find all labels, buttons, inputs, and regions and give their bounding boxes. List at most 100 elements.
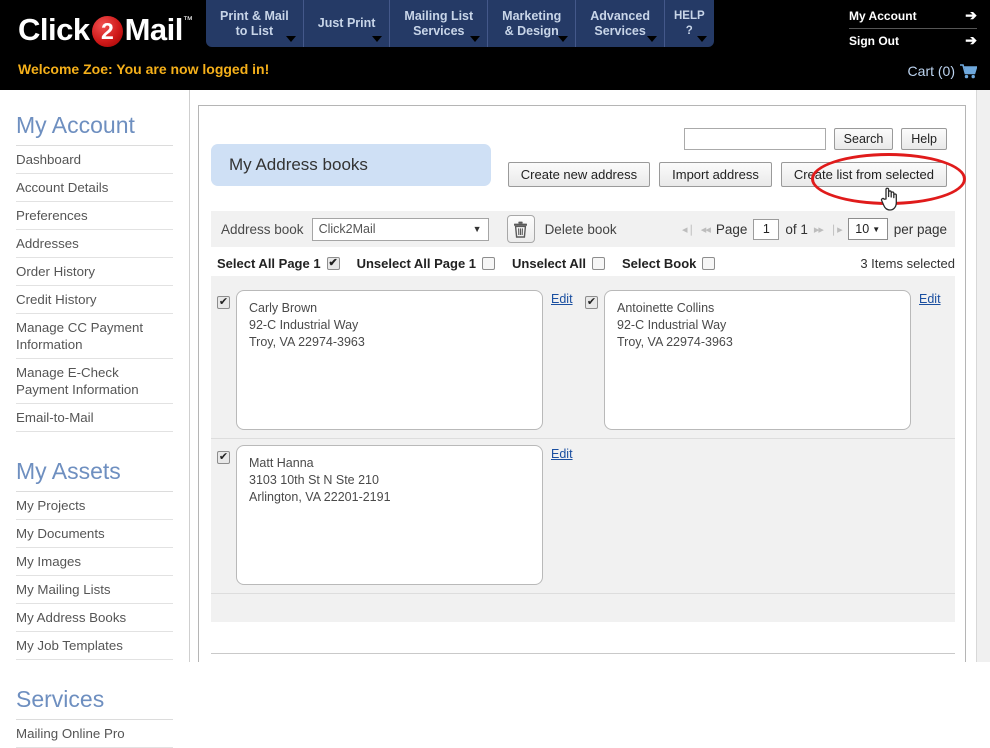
page-title: My Address books: [211, 144, 491, 186]
sidebar-item-email-to-mail[interactable]: Email-to-Mail: [16, 404, 173, 432]
address-book-select[interactable]: Click2Mail ▼: [312, 218, 489, 241]
sidebar-item-manage-cc-payment-information[interactable]: Manage CC Payment Information: [16, 314, 173, 359]
select-book-checkbox[interactable]: [702, 257, 715, 270]
address-book-label: Address book: [221, 222, 304, 237]
chevron-down-icon[interactable]: [697, 36, 707, 42]
address-card: ✔ Carly Brown 92-C Industrial Way Troy, …: [217, 290, 585, 430]
address-row: ✔ Carly Brown 92-C Industrial Way Troy, …: [211, 284, 955, 439]
sidebar-item-credit-history[interactable]: Credit History: [16, 286, 173, 314]
edit-address-link[interactable]: Edit: [919, 292, 941, 306]
chevron-down-icon: ▼: [473, 224, 482, 234]
chevron-down-icon[interactable]: [647, 36, 657, 42]
select-book-label: Select Book: [622, 256, 696, 271]
chevron-down-icon[interactable]: [372, 36, 382, 42]
shopping-cart-icon: [960, 64, 977, 79]
sign-out-link[interactable]: Sign Out ➔: [849, 29, 977, 53]
select-book-option[interactable]: Select Book: [622, 256, 715, 271]
sidebar-heading-my-assets: My Assets: [16, 450, 173, 492]
chevron-down-icon[interactable]: [558, 36, 568, 42]
sidebar-item-manage-echeck-payment-information[interactable]: Manage E-Check Payment Information: [16, 359, 173, 404]
brand-logo[interactable]: Click2Mail™: [18, 12, 192, 48]
sidebar-item-addresses[interactable]: Addresses: [16, 230, 173, 258]
prev-page-icon[interactable]: ◂◂: [701, 223, 710, 236]
edit-address-link[interactable]: Edit: [551, 447, 573, 461]
sidebar-item-my-images[interactable]: My Images: [16, 548, 173, 576]
chevron-down-icon[interactable]: [286, 36, 296, 42]
nav-label: Just Print: [318, 16, 376, 31]
brand-name-part1: Click: [18, 12, 90, 48]
page-scrollbar[interactable]: [976, 90, 990, 662]
address-details[interactable]: Matt Hanna 3103 10th St N Ste 210 Arling…: [236, 445, 543, 585]
trash-icon: [513, 221, 528, 238]
search-button[interactable]: Search: [834, 128, 894, 150]
nav-label: Advanced Services: [590, 9, 650, 39]
next-page-icon[interactable]: ▸▸: [814, 223, 823, 236]
create-new-address-button[interactable]: Create new address: [508, 162, 650, 187]
address-book-selected-value: Click2Mail: [319, 222, 376, 236]
create-list-from-selected-button[interactable]: Create list from selected: [781, 162, 947, 187]
search-input[interactable]: [684, 128, 826, 150]
arrow-right-icon: ➔: [965, 32, 977, 49]
nav-label: Mailing List Services: [404, 9, 473, 39]
pagination: ◂❘ ◂◂ Page of 1 ▸▸ ❘▸ 10 ▼ per page: [682, 218, 947, 240]
grid-spacer: [211, 594, 955, 622]
per-page-select[interactable]: 10 ▼: [848, 218, 888, 240]
sidebar-item-preferences[interactable]: Preferences: [16, 202, 173, 230]
my-account-link[interactable]: My Account ➔: [849, 4, 977, 29]
sidebar-item-my-mailing-lists[interactable]: My Mailing Lists: [16, 576, 173, 604]
sign-out-label: Sign Out: [849, 34, 899, 48]
delete-book-button[interactable]: [507, 215, 535, 243]
address-street: 3103 10th St N Ste 210: [249, 472, 530, 489]
sidebar-item-my-documents[interactable]: My Documents: [16, 520, 173, 548]
main-panel: My Address books Search Help Create new …: [198, 105, 966, 662]
nav-item-marketing-design[interactable]: Marketing & Design: [488, 0, 576, 47]
page-label: Page: [716, 222, 748, 237]
sidebar-item-account-details[interactable]: Account Details: [16, 174, 173, 202]
address-street: 92-C Industrial Way: [617, 317, 898, 334]
unselect-all-page-checkbox[interactable]: [482, 257, 495, 270]
sidebar-item-my-address-books[interactable]: My Address Books: [16, 604, 173, 632]
unselect-all-page-option[interactable]: Unselect All Page 1: [357, 256, 495, 271]
address-select-checkbox[interactable]: ✔: [217, 451, 230, 464]
unselect-all-page-label: Unselect All Page 1: [357, 256, 476, 271]
address-select-checkbox[interactable]: ✔: [217, 296, 230, 309]
address-select-checkbox[interactable]: ✔: [585, 296, 598, 309]
address-card-grid: ✔ Carly Brown 92-C Industrial Way Troy, …: [211, 276, 955, 622]
address-street: 92-C Industrial Way: [249, 317, 530, 334]
select-all-page-option[interactable]: Select All Page 1 ✔: [217, 256, 340, 271]
address-card: ✔ Matt Hanna 3103 10th St N Ste 210 Arli…: [217, 445, 585, 585]
nav-item-print-mail-to-list[interactable]: Print & Mail to List: [206, 0, 304, 47]
account-links: My Account ➔ Sign Out ➔: [849, 4, 977, 53]
brand-name-part2: Mail: [125, 12, 183, 48]
chevron-down-icon[interactable]: [470, 36, 480, 42]
edit-address-link[interactable]: Edit: [551, 292, 573, 306]
last-page-icon[interactable]: ❘▸: [829, 223, 842, 236]
import-address-button[interactable]: Import address: [659, 162, 772, 187]
page-number-input[interactable]: [753, 219, 779, 240]
nav-item-just-print[interactable]: Just Print: [304, 0, 391, 47]
address-row: ✔ Matt Hanna 3103 10th St N Ste 210 Arli…: [211, 439, 955, 594]
nav-item-advanced-services[interactable]: Advanced Services: [576, 0, 665, 47]
help-button[interactable]: Help: [901, 128, 947, 150]
unselect-all-checkbox[interactable]: [592, 257, 605, 270]
sidebar-item-dashboard[interactable]: Dashboard: [16, 146, 173, 174]
welcome-message: Welcome Zoe: You are now logged in!: [18, 61, 269, 77]
address-city-state-zip: Troy, VA 22974-3963: [249, 334, 530, 351]
sidebar-item-mailing-online-pro[interactable]: Mailing Online Pro: [16, 720, 173, 748]
unselect-all-option[interactable]: Unselect All: [512, 256, 605, 271]
sidebar-item-order-history[interactable]: Order History: [16, 258, 173, 286]
address-details[interactable]: Antoinette Collins 92-C Industrial Way T…: [604, 290, 911, 430]
sidebar-item-my-projects[interactable]: My Projects: [16, 492, 173, 520]
address-details[interactable]: Carly Brown 92-C Industrial Way Troy, VA…: [236, 290, 543, 430]
select-all-page-checkbox[interactable]: ✔: [327, 257, 340, 270]
first-page-icon[interactable]: ◂❘: [682, 223, 695, 236]
sidebar-item-my-job-templates[interactable]: My Job Templates: [16, 632, 173, 660]
per-page-value: 10: [855, 222, 869, 236]
cart-link[interactable]: Cart (0): [908, 63, 977, 79]
nav-item-mailing-list-services[interactable]: Mailing List Services: [390, 0, 488, 47]
nav-label: Print & Mail to List: [220, 9, 289, 39]
nav-item-help[interactable]: HELP ?: [665, 0, 714, 47]
nav-label: Marketing & Design: [502, 9, 561, 39]
search-area: Search Help: [684, 128, 947, 150]
address-card: ✔ Antoinette Collins 92-C Industrial Way…: [585, 290, 953, 430]
